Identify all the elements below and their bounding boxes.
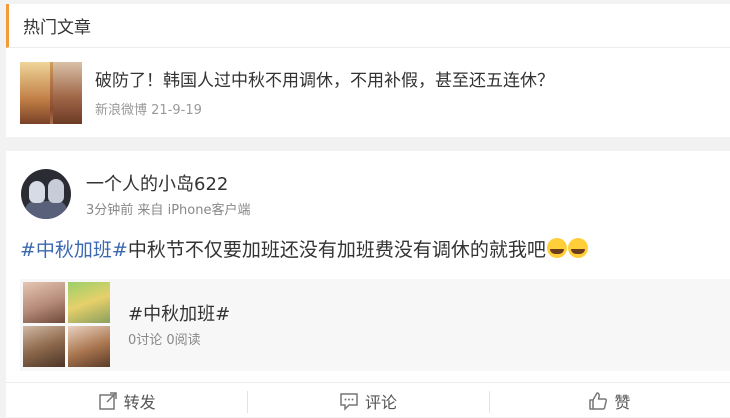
hot-articles-header: 热门文章 bbox=[6, 4, 730, 48]
article-source: 新浪微博 bbox=[95, 103, 148, 118]
repost-icon bbox=[98, 391, 118, 411]
article-item[interactable]: 破防了！韩国人过中秋不用调休，不用补假，甚至还五连休？ 新浪微博 21-9-19 bbox=[6, 48, 730, 136]
comment-icon bbox=[339, 391, 359, 411]
crying-face-icon bbox=[546, 238, 567, 258]
thumbs-up-icon bbox=[588, 391, 608, 411]
post-card: 一个人的小岛622 3分钟前 来自 iPhone客户端 #中秋加班#中秋节不仅要… bbox=[6, 151, 730, 417]
avatar[interactable] bbox=[21, 169, 71, 219]
topic-card[interactable]: #中秋加班# 0讨论 0阅读 bbox=[20, 279, 730, 371]
crying-face-icon bbox=[567, 238, 588, 258]
topic-thumbnail-grid bbox=[23, 282, 111, 368]
comment-label: 评论 bbox=[364, 392, 397, 412]
topic-stats: 0讨论 0阅读 bbox=[128, 333, 201, 348]
article-thumbnail[interactable] bbox=[20, 62, 82, 124]
article-meta: 新浪微博 21-9-19 bbox=[95, 99, 202, 118]
post-from-label: 来自 bbox=[137, 203, 164, 218]
post-device: iPhone客户端 bbox=[167, 203, 251, 218]
hot-articles-card: 热门文章 破防了！韩国人过中秋不用调休，不用补假，甚至还五连休？ 新浪微博 21… bbox=[6, 4, 730, 137]
repost-label: 转发 bbox=[123, 392, 156, 412]
article-title[interactable]: 破防了！韩国人过中秋不用调休，不用补假，甚至还五连休？ bbox=[95, 66, 554, 91]
repost-button[interactable]: 转发 bbox=[6, 383, 247, 418]
post-meta: 3分钟前 来自 iPhone客户端 bbox=[86, 199, 250, 218]
post-body: #中秋加班#中秋节不仅要加班还没有加班费没有调休的就我吧 bbox=[20, 235, 588, 262]
comment-button[interactable]: 评论 bbox=[247, 383, 488, 418]
like-label: 赞 bbox=[614, 392, 631, 412]
post-body-text: 中秋节不仅要加班还没有加班费没有调休的就我吧 bbox=[127, 239, 546, 261]
topic-thumbnail bbox=[68, 282, 110, 323]
action-bar: 转发 评论 赞 bbox=[6, 382, 730, 418]
hashtag-link[interactable]: #中秋加班# bbox=[20, 239, 128, 261]
topic-thumbnail bbox=[23, 282, 65, 323]
article-date: 21-9-19 bbox=[151, 103, 202, 118]
like-button[interactable]: 赞 bbox=[488, 383, 730, 418]
post-time: 3分钟前 bbox=[86, 203, 134, 218]
username[interactable]: 一个人的小岛622 bbox=[86, 170, 228, 196]
topic-title[interactable]: #中秋加班# bbox=[128, 300, 230, 326]
topic-thumbnail bbox=[68, 326, 110, 367]
topic-thumbnail bbox=[23, 326, 65, 367]
